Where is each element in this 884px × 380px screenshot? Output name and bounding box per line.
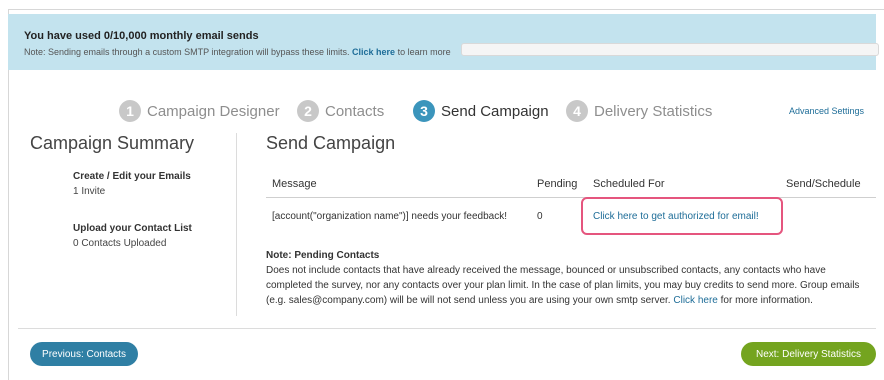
column-header-message: Message <box>272 178 317 190</box>
campaign-summary-title: Campaign Summary <box>30 133 195 153</box>
get-authorized-link[interactable]: Click here to get authorized for email! <box>593 211 759 222</box>
column-header-send-schedule: Send/Schedule <box>786 178 861 190</box>
emails-heading[interactable]: Create / Edit your Emails <box>73 171 191 182</box>
usage-note: Note: Sending emails through a custom SM… <box>24 47 451 57</box>
step-number-2: 2 <box>297 100 319 122</box>
advanced-settings-link[interactable]: Advanced Settings <box>789 106 864 116</box>
step-label: Campaign Designer <box>147 102 280 120</box>
usage-note-tail: to learn more <box>397 47 451 57</box>
pending-contacts-note: Does not include contacts that have alre… <box>266 263 872 308</box>
column-divider <box>236 133 237 316</box>
column-header-pending: Pending <box>537 178 578 190</box>
contacts-value: 0 Contacts Uploaded <box>73 238 167 249</box>
smtp-more-info-link[interactable]: Click here <box>673 295 717 306</box>
send-campaign-title: Send Campaign <box>266 133 396 153</box>
row-message: [account("organization name")] needs you… <box>272 211 508 222</box>
step-label: Send Campaign <box>441 102 549 120</box>
step-number-4: 4 <box>566 100 588 122</box>
step-label: Contacts <box>325 102 385 120</box>
usage-banner: You have used 0/10,000 monthly email sen… <box>8 14 879 70</box>
step-number-3: 3 <box>413 100 435 122</box>
step-delivery-statistics[interactable]: 4 Delivery Statistics <box>566 99 712 123</box>
footer-divider <box>18 328 876 329</box>
usage-progress-bar <box>461 43 879 56</box>
usage-note-text: Note: Sending emails through a custom SM… <box>24 47 350 57</box>
row-pending: 0 <box>537 211 543 222</box>
note-tail-text: for more information. <box>720 295 813 306</box>
pending-contacts-note-heading: Note: Pending Contacts <box>266 250 380 261</box>
step-number-1: 1 <box>119 100 141 122</box>
column-header-scheduled-for: Scheduled For <box>593 178 665 190</box>
step-contacts[interactable]: 2 Contacts <box>297 99 384 123</box>
usage-learn-more-link[interactable]: Click here <box>352 47 395 57</box>
step-send-campaign[interactable]: 3 Send Campaign <box>413 99 549 123</box>
next-delivery-statistics-button[interactable]: Next: Delivery Statistics <box>741 342 876 366</box>
step-campaign-designer[interactable]: 1 Campaign Designer <box>119 99 280 123</box>
usage-title: You have used 0/10,000 monthly email sen… <box>24 30 259 42</box>
previous-contacts-button[interactable]: Previous: Contacts <box>30 342 138 366</box>
step-label: Delivery Statistics <box>594 102 713 120</box>
emails-value: 1 Invite <box>73 186 106 197</box>
table-header-divider <box>266 197 876 198</box>
contacts-heading[interactable]: Upload your Contact List <box>73 223 192 234</box>
